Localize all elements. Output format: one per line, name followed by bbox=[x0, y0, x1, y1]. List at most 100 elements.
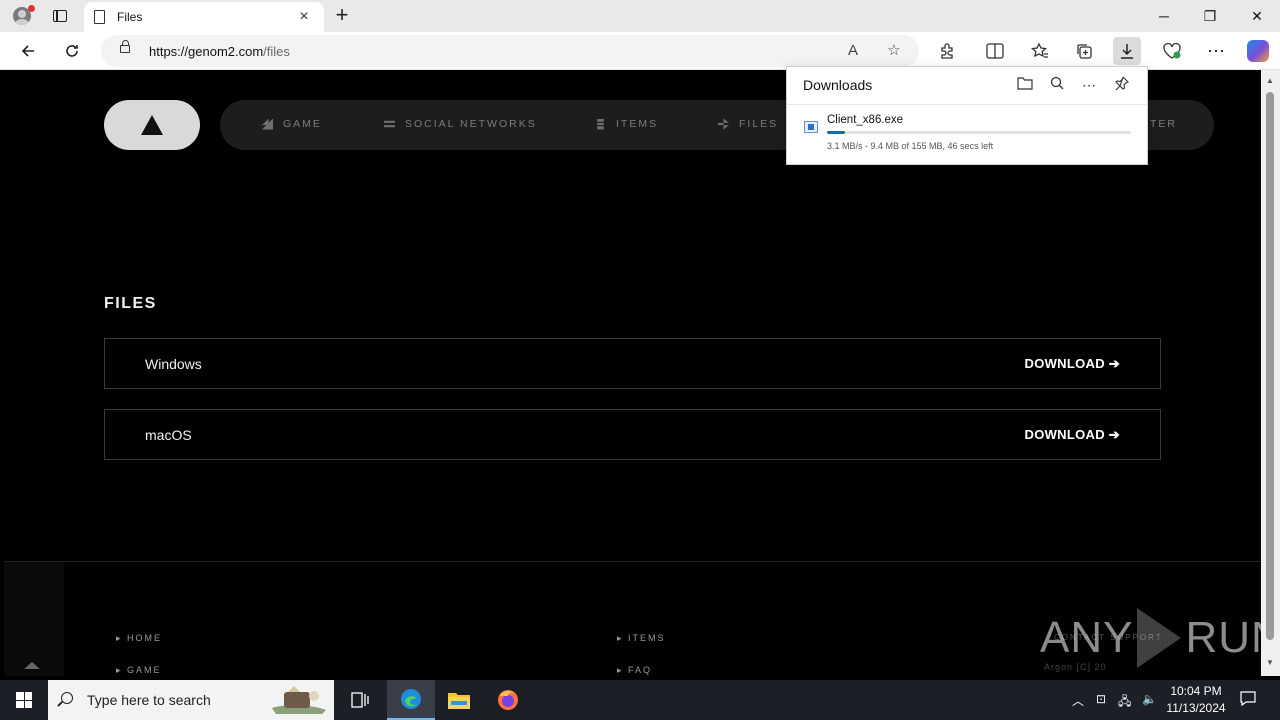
panel-divider bbox=[787, 104, 1147, 105]
more-options-icon[interactable]: ⋯ bbox=[1079, 75, 1099, 95]
system-clock[interactable]: 10:04 PM 11/13/2024 bbox=[1158, 683, 1234, 717]
exe-file-icon bbox=[804, 121, 818, 133]
lock-icon bbox=[120, 40, 130, 53]
url-text: https://genom2.com/files bbox=[149, 44, 290, 59]
url-path: /files bbox=[263, 44, 290, 59]
volume-icon[interactable]: 🔈 bbox=[1142, 692, 1157, 706]
nav-game[interactable]: GAME bbox=[262, 118, 322, 130]
scroll-top-icon[interactable] bbox=[22, 660, 42, 670]
clock-date: 11/13/2024 bbox=[1166, 701, 1226, 715]
taskbar-firefox[interactable] bbox=[484, 680, 532, 720]
read-aloud-icon[interactable]: A bbox=[843, 41, 863, 61]
platform-label: Windows bbox=[145, 356, 202, 372]
scroll-down-arrow-icon[interactable]: ▼ bbox=[1266, 658, 1274, 667]
open-folder-icon[interactable] bbox=[1015, 75, 1035, 95]
extensions-button[interactable] bbox=[933, 37, 961, 65]
copilot-icon bbox=[1247, 40, 1269, 62]
download-status: 3.1 MB/s - 9.4 MB of 155 MB, 46 secs lef… bbox=[827, 141, 994, 151]
task-view-icon bbox=[351, 692, 369, 708]
download-link[interactable]: DOWNLOAD ➔ bbox=[1025, 427, 1121, 443]
download-row-macos[interactable]: macOS DOWNLOAD ➔ bbox=[104, 409, 1161, 460]
anyrun-watermark: ANY RUN bbox=[1040, 608, 1261, 668]
start-button[interactable] bbox=[0, 680, 48, 720]
nav-social-networks[interactable]: SOCIAL NETWORKS bbox=[384, 118, 537, 130]
footer-link-faq[interactable]: ▸ FAQ bbox=[617, 665, 652, 676]
minimize-button[interactable]: ─ bbox=[1141, 0, 1187, 32]
nav-partial-item[interactable]: TER bbox=[1150, 118, 1177, 130]
search-icon bbox=[61, 692, 73, 704]
search-placeholder: Type here to search bbox=[87, 692, 211, 708]
footer-game-label: GAME bbox=[127, 665, 162, 675]
pin-icon[interactable] bbox=[1112, 75, 1132, 95]
task-view-button[interactable] bbox=[336, 680, 384, 720]
heartbeat-icon bbox=[1163, 42, 1181, 59]
browser-toolbar: https://genom2.com/files A ☆ ⋯ bbox=[0, 32, 1280, 70]
footer-link-home[interactable]: ▸ HOME bbox=[116, 633, 162, 644]
network-icon[interactable]: 🖧 bbox=[1118, 692, 1131, 713]
split-screen-button[interactable] bbox=[981, 37, 1009, 65]
download-file-name[interactable]: Client_x86.exe bbox=[827, 114, 903, 126]
favorites-icon bbox=[1031, 42, 1048, 58]
footer-link-items[interactable]: ▸ ITEMS bbox=[617, 633, 666, 644]
download-progress-fill bbox=[827, 131, 846, 134]
collections-button[interactable] bbox=[1070, 37, 1098, 65]
tab-close-button[interactable]: × bbox=[294, 8, 314, 26]
items-icon bbox=[597, 118, 604, 130]
notification-dot bbox=[28, 5, 35, 12]
settings-more-button[interactable]: ⋯ bbox=[1202, 37, 1230, 65]
copilot-button[interactable] bbox=[1244, 37, 1272, 65]
tab-actions-icon bbox=[53, 10, 67, 22]
scrollbar-thumb[interactable] bbox=[1266, 92, 1274, 640]
downloads-panel: Downloads ⋯ Client_x86.exe 3.1 MB/s - 9.… bbox=[786, 66, 1148, 165]
favorites-button[interactable] bbox=[1026, 37, 1054, 65]
title-bar: Files × + ─ ❐ ✕ bbox=[0, 0, 1280, 32]
browser-essentials-button[interactable] bbox=[1158, 37, 1186, 65]
scroll-up-arrow-icon[interactable]: ▲ bbox=[1266, 76, 1274, 85]
watermark-left: ANY bbox=[1040, 613, 1134, 662]
watermark-play-icon bbox=[1137, 608, 1182, 668]
platform-label: macOS bbox=[145, 427, 192, 443]
files-icon bbox=[718, 118, 729, 130]
watermark-right: RUN bbox=[1185, 613, 1261, 662]
url-host: https://genom2.com bbox=[149, 44, 264, 59]
refresh-button[interactable] bbox=[58, 37, 86, 65]
site-logo[interactable] bbox=[104, 100, 200, 150]
downloads-button[interactable] bbox=[1113, 37, 1141, 65]
share-icon bbox=[384, 120, 395, 128]
download-link[interactable]: DOWNLOAD ➔ bbox=[1025, 356, 1121, 372]
taskbar-file-explorer[interactable] bbox=[435, 680, 483, 720]
new-tab-button[interactable]: + bbox=[330, 4, 354, 28]
downloads-title: Downloads bbox=[803, 77, 873, 93]
download-row-windows[interactable]: Windows DOWNLOAD ➔ bbox=[104, 338, 1161, 389]
back-button[interactable] bbox=[14, 37, 42, 65]
show-hidden-icons[interactable]: ︿ bbox=[1072, 692, 1084, 709]
page-scrollbar[interactable]: ▲ ▼ bbox=[1261, 70, 1280, 676]
restore-button[interactable]: ❐ bbox=[1187, 0, 1233, 32]
taskbar: Type here to search ︿ ⊡ 🖧 🔈 10:04 PM 11/… bbox=[0, 680, 1280, 720]
favorite-star-icon[interactable]: ☆ bbox=[884, 41, 904, 61]
edge-icon bbox=[401, 689, 421, 709]
nav-social-label: SOCIAL NETWORKS bbox=[405, 118, 537, 130]
nav-items[interactable]: ITEMS bbox=[595, 118, 658, 130]
game-icon bbox=[262, 118, 273, 130]
footer-home-label: HOME bbox=[127, 633, 163, 643]
taskbar-search[interactable]: Type here to search bbox=[48, 680, 334, 720]
nav-items-label: ITEMS bbox=[616, 118, 659, 130]
folder-icon bbox=[448, 693, 470, 709]
footer-link-game[interactable]: ▸ GAME bbox=[116, 665, 162, 676]
nav-files[interactable]: FILES bbox=[718, 118, 778, 130]
tab-actions-button[interactable] bbox=[44, 0, 76, 32]
tray-app-icon[interactable]: ⊡ bbox=[1096, 692, 1106, 706]
notifications-button[interactable] bbox=[1240, 690, 1256, 709]
tab-title: Files bbox=[117, 10, 143, 24]
search-icon[interactable] bbox=[1047, 75, 1067, 95]
download-progress-bar bbox=[827, 131, 1131, 134]
page-icon bbox=[94, 10, 105, 24]
close-window-button[interactable]: ✕ bbox=[1234, 0, 1280, 32]
tab-files[interactable]: Files × bbox=[84, 2, 324, 32]
notification-icon bbox=[1240, 691, 1256, 707]
address-bar[interactable]: https://genom2.com/files A ☆ bbox=[101, 35, 919, 67]
nav-partial-label: TER bbox=[1150, 118, 1177, 130]
taskbar-edge[interactable] bbox=[387, 680, 435, 720]
profile-button[interactable] bbox=[0, 0, 44, 32]
